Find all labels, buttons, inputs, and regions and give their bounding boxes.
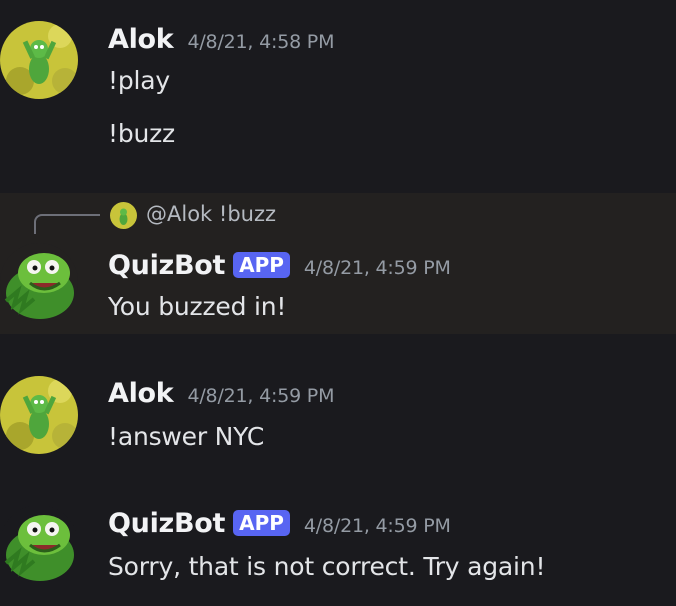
message-header: QuizBot APP 4/8/21, 4:59 PM: [108, 250, 451, 281]
quizbot-avatar-icon[interactable]: [0, 243, 78, 321]
timestamp[interactable]: 4/8/21, 4:58 PM: [187, 31, 334, 53]
message-quizbot-reply: @Alok !buzz QuizBot APP 4/8/21, 4:59 PM …: [0, 193, 676, 334]
timestamp[interactable]: 4/8/21, 4:59 PM: [187, 385, 334, 407]
app-badge: APP: [233, 510, 290, 536]
timestamp[interactable]: 4/8/21, 4:59 PM: [304, 257, 451, 279]
reply-alok-avatar-icon[interactable]: [110, 202, 137, 229]
alok-avatar-icon[interactable]: [0, 21, 78, 99]
message-text: !play: [108, 66, 170, 95]
username[interactable]: QuizBot: [108, 250, 225, 281]
message-text: You buzzed in!: [108, 292, 287, 321]
username[interactable]: Alok: [108, 24, 174, 55]
username[interactable]: QuizBot: [108, 508, 225, 539]
username[interactable]: Alok: [108, 378, 174, 409]
message-text: Sorry, that is not correct. Try again!: [108, 552, 546, 581]
message-header: Alok 4/8/21, 4:59 PM: [108, 378, 334, 409]
reply-mention[interactable]: @Alok: [146, 202, 212, 226]
reply-reference[interactable]: @Alok !buzz: [146, 202, 276, 226]
message-header: Alok 4/8/21, 4:58 PM: [108, 24, 334, 55]
message-header: QuizBot APP 4/8/21, 4:59 PM: [108, 508, 451, 539]
reply-connector: [34, 214, 100, 234]
message-text: !answer NYC: [108, 422, 265, 451]
reply-snippet: !buzz: [218, 202, 277, 226]
message-text: !buzz: [108, 119, 175, 148]
app-badge: APP: [233, 252, 290, 278]
quizbot-avatar-icon[interactable]: [0, 505, 78, 583]
timestamp[interactable]: 4/8/21, 4:59 PM: [304, 515, 451, 537]
alok-avatar-icon[interactable]: [0, 376, 78, 454]
